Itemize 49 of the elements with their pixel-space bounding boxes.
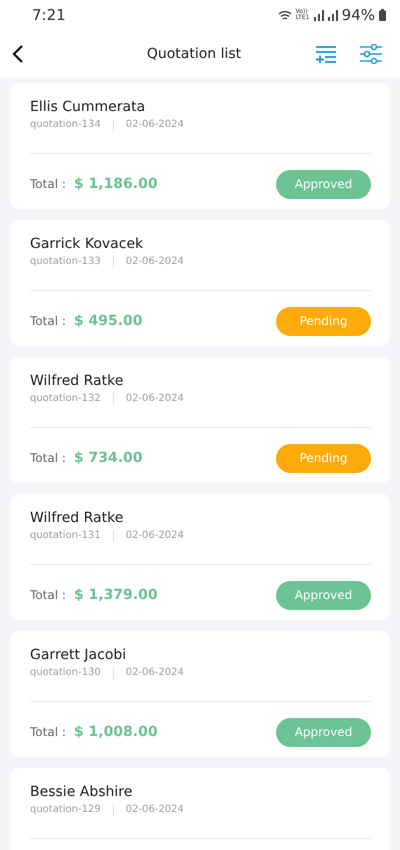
quotation-number: quotation-132 [30,392,101,406]
customer-name: Ellis Cummerata [30,98,146,117]
quotation-date: 02-06-2024 [126,529,184,543]
signal-icon [328,10,338,20]
quotation-card[interactable]: Ellis Cummerata quotation-134 02-06-2024 Total : $ 1,186.00 Approved [10,83,390,209]
total-amount: $ 1,008.00 [74,722,158,742]
status-badge: Pending [276,444,371,472]
battery-icon [379,9,386,21]
total-amount: $ 734.00 [74,448,143,468]
customer-name: Wilfred Ratke [30,372,124,391]
total-label: Total : [30,587,66,604]
total-amount: $ 1,186.00 [74,174,158,194]
quotation-number: quotation-129 [30,803,101,817]
total-amount: $ 495.00 [74,312,143,330]
status-badge: Pending [276,306,371,336]
clock-time: 7:21 [32,4,66,26]
total-label: Total : [30,313,66,330]
wifi-icon [278,10,292,20]
quotation-date: 02-06-2024 [126,392,184,406]
total-label: Total : [30,724,66,741]
page-title: Quotation list [146,44,242,64]
add-list-icon[interactable] [316,45,336,63]
status-badge: Approved [276,170,371,198]
quotation-number: quotation-130 [30,666,101,680]
quotation-date: 02-06-2024 [126,803,184,817]
quotation-card[interactable]: Garrick Kovacek quotation-133 02-06-2024 Total : $ 495.00 Pending [10,220,390,346]
quotation-date: 02-06-2024 [126,666,184,680]
customer-name: Garrett Jacobi [30,646,128,665]
signal-icon [314,10,324,20]
total-label: Total : [30,176,66,193]
customer-name: Bessie Abshire [30,783,134,802]
quotation-card[interactable]: Bessie Abshire quotation-129 02-06-2024 [10,768,390,850]
filter-icon[interactable] [360,44,382,64]
battery-percent: 94% [342,4,375,26]
quotation-card[interactable]: Wilfred Ratke quotation-132 02-06-2024 Total : $ 734.00 Pending [10,357,390,483]
quotation-date: 02-06-2024 [126,118,184,132]
back-icon[interactable] [12,44,24,64]
quotation-date: 02-06-2024 [126,255,184,269]
total-label: Total : [30,450,66,467]
customer-name: Wilfred Ratke [30,509,124,528]
quotation-number: quotation-133 [30,255,101,269]
quotation-card[interactable]: Garrett Jacobi quotation-130 02-06-2024 Total : $ 1,008.00 Approved [10,631,390,757]
quotation-card[interactable]: Wilfred Ratke quotation-131 02-06-2024 Total : $ 1,379.00 Approved [10,494,390,620]
status-badge: Approved [276,718,371,746]
quotation-number: quotation-131 [30,529,101,543]
total-amount: $ 1,379.00 [74,586,158,604]
status-badge: Approved [276,580,371,610]
customer-name: Garrick Kovacek [30,235,144,254]
quotation-number: quotation-134 [30,118,101,132]
